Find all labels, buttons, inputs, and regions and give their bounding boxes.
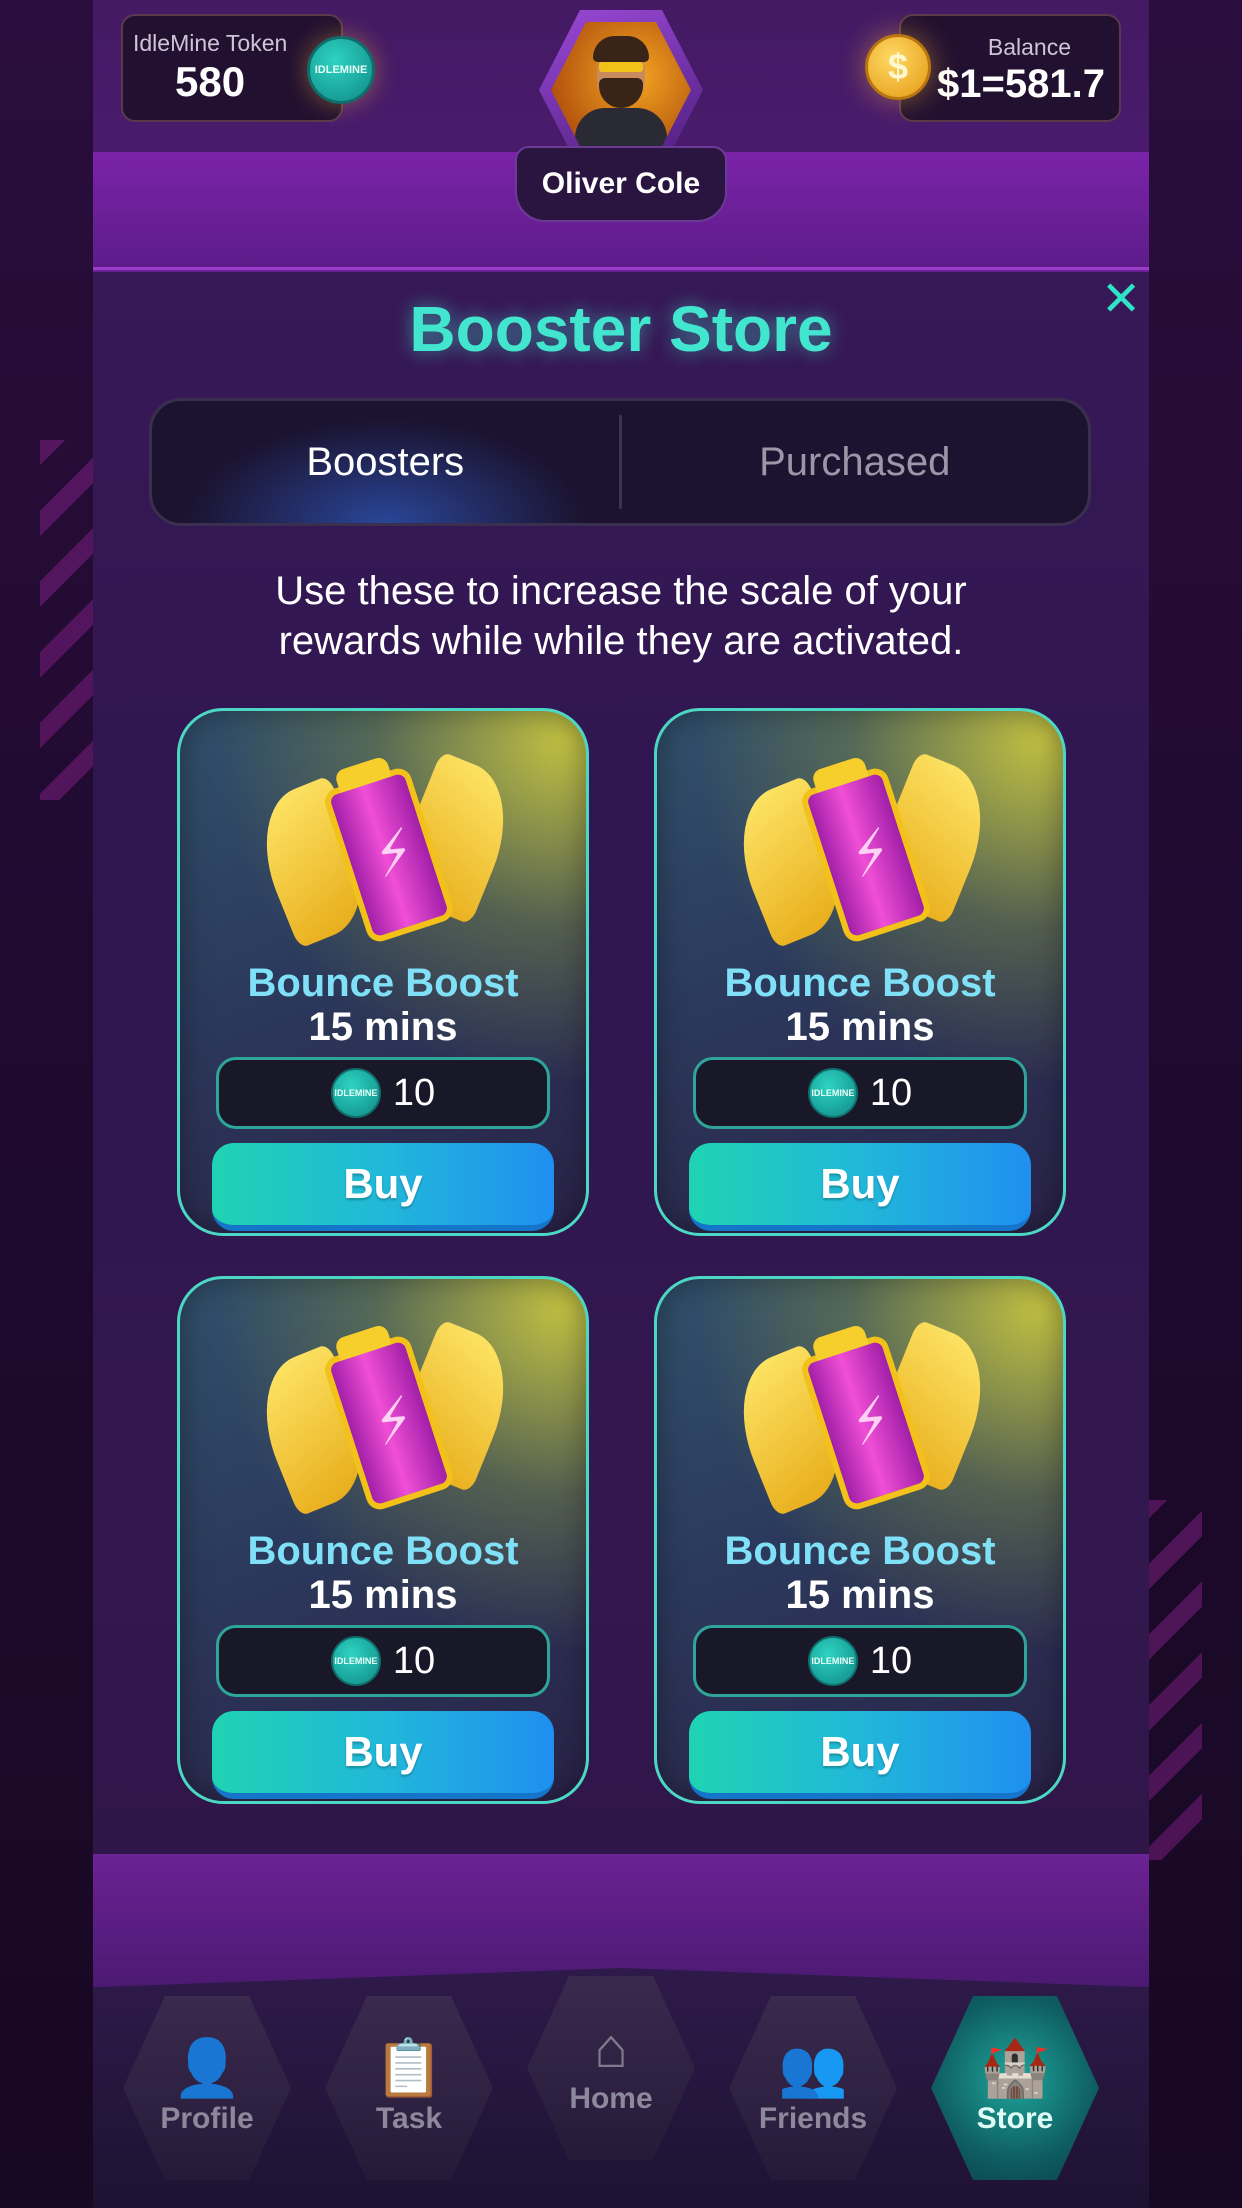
nav-label: Friends bbox=[758, 2102, 868, 2135]
price-value: 10 bbox=[869, 1639, 913, 1682]
idlemine-coin-icon: IDLEMINE bbox=[807, 1636, 858, 1686]
buy-button[interactable]: Buy bbox=[212, 1143, 554, 1231]
booster-duration: 15 mins bbox=[308, 1573, 458, 1617]
balance-box: Balance $1=581.7 bbox=[899, 14, 1121, 122]
booster-battery-icon: ⚡ bbox=[720, 1301, 1004, 1517]
nav-label: Task bbox=[375, 2102, 443, 2135]
buy-button[interactable]: Buy bbox=[689, 1143, 1031, 1231]
left-background bbox=[0, 0, 100, 2208]
booster-battery-icon: ⚡ bbox=[720, 733, 1004, 949]
booster-battery-icon: ⚡ bbox=[243, 1301, 527, 1517]
booster-name: Bounce Boost bbox=[247, 1529, 519, 1573]
profile-icon: 👤 bbox=[172, 2036, 242, 2099]
battery-cap bbox=[810, 755, 869, 793]
friends-icon: 👥 bbox=[778, 2036, 848, 2099]
idlemine-coin-icon: IDLEMINE bbox=[307, 36, 375, 104]
store-tabs: Boosters Purchased bbox=[149, 398, 1091, 526]
buy-button[interactable]: Buy bbox=[689, 1711, 1031, 1799]
battery-cap bbox=[810, 1323, 869, 1361]
nav-label: Store bbox=[976, 2102, 1054, 2135]
booster-price: IDLEMINE 10 bbox=[693, 1057, 1027, 1129]
booster-card: ⚡ Bounce Boost 15 mins IDLEMINE 10 Buy bbox=[654, 1276, 1066, 1804]
decor-stripes bbox=[1142, 1500, 1202, 1860]
token-value: 580 bbox=[175, 58, 246, 105]
user-name: Oliver Cole bbox=[515, 146, 727, 222]
battery-cap bbox=[333, 1323, 392, 1361]
avatar-image bbox=[551, 22, 691, 158]
price-value: 10 bbox=[869, 1071, 913, 1114]
avatar-beard bbox=[599, 78, 643, 108]
store-icon: 🏰 bbox=[980, 2036, 1050, 2099]
booster-price: IDLEMINE 10 bbox=[216, 1057, 550, 1129]
bolt-icon: ⚡ bbox=[841, 816, 901, 892]
dollar-coin-icon: $ bbox=[865, 34, 931, 100]
avatar-sunglasses bbox=[599, 62, 643, 72]
decor-stripes bbox=[40, 440, 100, 800]
idlemine-coin-icon: IDLEMINE bbox=[330, 1636, 381, 1686]
booster-name: Bounce Boost bbox=[724, 961, 996, 1005]
price-value: 10 bbox=[392, 1071, 436, 1114]
idlemine-coin-icon: IDLEMINE bbox=[330, 1068, 381, 1118]
booster-card: ⚡ Bounce Boost 15 mins IDLEMINE 10 Buy bbox=[654, 708, 1066, 1236]
store-description: Use these to increase the scale of your … bbox=[275, 569, 967, 663]
booster-name: Bounce Boost bbox=[724, 1529, 996, 1573]
avatar-hair bbox=[593, 36, 649, 62]
nav-label: Profile bbox=[160, 2102, 254, 2135]
battery-cap bbox=[333, 755, 392, 793]
coin-logo-text: IDLEMINE bbox=[314, 63, 368, 76]
balance-title: Balance bbox=[987, 34, 1071, 60]
bolt-icon: ⚡ bbox=[364, 1384, 424, 1460]
booster-duration: 15 mins bbox=[785, 1573, 935, 1617]
booster-price: IDLEMINE 10 bbox=[693, 1625, 1027, 1697]
booster-duration: 15 mins bbox=[785, 1005, 935, 1049]
price-value: 10 bbox=[392, 1639, 436, 1682]
booster-card: ⚡ Bounce Boost 15 mins IDLEMINE 10 Buy bbox=[177, 708, 589, 1236]
buy-button[interactable]: Buy bbox=[212, 1711, 554, 1799]
booster-card: ⚡ Bounce Boost 15 mins IDLEMINE 10 Buy bbox=[177, 1276, 589, 1804]
nav-label: Home bbox=[569, 2082, 653, 2115]
right-background bbox=[1142, 0, 1242, 2208]
bolt-icon: ⚡ bbox=[364, 816, 424, 892]
booster-name: Bounce Boost bbox=[247, 961, 519, 1005]
tab-purchased[interactable]: Purchased bbox=[622, 401, 1089, 523]
booster-battery-icon: ⚡ bbox=[243, 733, 527, 949]
tab-boosters[interactable]: Boosters bbox=[152, 401, 619, 523]
header: IdleMine Token 580 IDLEMINE Balance $1=5… bbox=[93, 0, 1149, 272]
app-screen: IdleMine Token 580 IDLEMINE Balance $1=5… bbox=[93, 0, 1149, 2208]
page-title: Booster Store bbox=[409, 293, 833, 365]
bolt-icon: ⚡ bbox=[841, 1384, 901, 1460]
idlemine-coin-icon: IDLEMINE bbox=[807, 1068, 858, 1118]
booster-duration: 15 mins bbox=[308, 1005, 458, 1049]
balance-value: $1=581.7 bbox=[937, 62, 1105, 106]
task-icon: 📋 bbox=[374, 2036, 444, 2099]
home-icon: ⌂ bbox=[594, 2016, 628, 2079]
token-title: IdleMine Token bbox=[133, 30, 288, 56]
booster-price: IDLEMINE 10 bbox=[216, 1625, 550, 1697]
